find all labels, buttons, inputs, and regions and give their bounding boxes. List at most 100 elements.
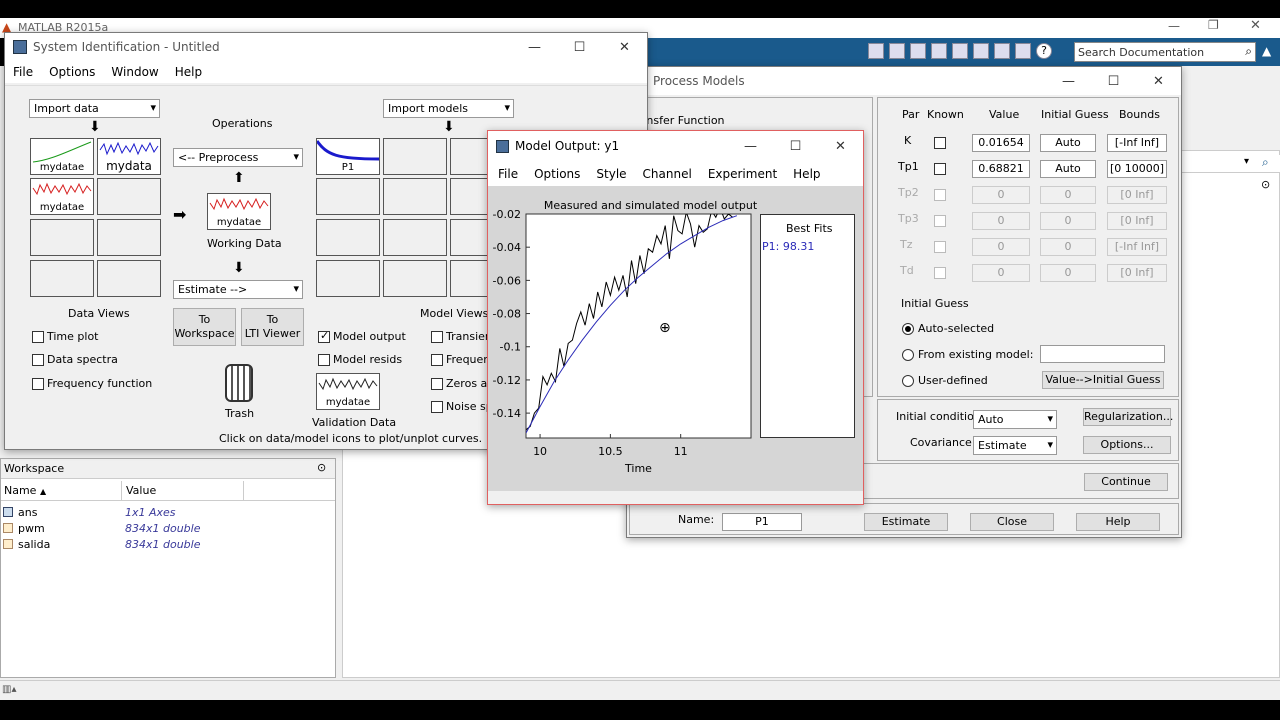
menu-help[interactable]: Help	[167, 65, 210, 79]
model-slot-empty[interactable]	[450, 178, 490, 215]
data-icon-mydatae-1[interactable]: mydatae	[30, 138, 94, 175]
param-tp1-guess[interactable]: Auto	[1040, 160, 1096, 178]
toolbar-collapse-icon[interactable]: ▲	[1262, 44, 1271, 58]
data-icon-mydatae-2[interactable]: mydatae	[30, 178, 94, 215]
search-icon[interactable]: ⌕	[1245, 44, 1252, 59]
model-slot-empty[interactable]	[450, 219, 490, 256]
transient-checkbox[interactable]	[431, 331, 443, 343]
working-data-icon[interactable]: mydatae	[207, 193, 271, 230]
to-workspace-button[interactable]: To Workspace	[173, 308, 236, 346]
model-slot-empty[interactable]	[450, 138, 490, 175]
param-k-bounds[interactable]: [-Inf Inf]	[1107, 134, 1167, 152]
workspace-menu-icon[interactable]: ⊙	[317, 461, 326, 474]
data-slot-empty[interactable]	[97, 178, 161, 215]
model-output-maximize-icon[interactable]: ☐	[773, 139, 818, 154]
model-slot-empty[interactable]	[316, 260, 380, 297]
sysid-maximize-icon[interactable]: ☐	[557, 40, 602, 55]
preprocess-dropdown[interactable]: <-- Preprocess	[173, 148, 303, 167]
zeros-checkbox[interactable]	[431, 378, 443, 390]
mo-menu-experiment[interactable]: Experiment	[700, 167, 785, 181]
menu-window[interactable]: Window	[103, 65, 166, 79]
redo-icon[interactable]	[994, 43, 1010, 59]
trash-icon[interactable]	[225, 364, 253, 402]
mo-menu-help[interactable]: Help	[785, 167, 828, 181]
param-tp1-bounds[interactable]: [0 10000]	[1107, 160, 1167, 178]
fit-entry-p1[interactable]: P1: 98.31	[762, 240, 814, 253]
panel-menu-icon[interactable]: ⊙	[1261, 178, 1270, 191]
table-row[interactable]: ans 1x1 Axes	[1, 505, 335, 521]
switch-windows-icon[interactable]	[1015, 43, 1031, 59]
undock-icon[interactable]	[868, 43, 884, 59]
import-data-dropdown[interactable]: Import data	[29, 99, 160, 118]
import-models-dropdown[interactable]: Import models	[383, 99, 514, 118]
param-k-known-checkbox[interactable]	[934, 137, 946, 149]
matlab-maximize-icon[interactable]: ❐	[1208, 18, 1219, 32]
table-row[interactable]: pwm 834x1 double	[1, 521, 335, 537]
model-name-field[interactable]: P1	[722, 513, 802, 531]
mo-menu-style[interactable]: Style	[588, 167, 634, 181]
existing-model-field[interactable]	[1040, 345, 1165, 363]
model-slot-empty[interactable]	[450, 260, 490, 297]
paste-icon[interactable]	[952, 43, 968, 59]
save-icon[interactable]	[889, 43, 905, 59]
frequency-function-checkbox[interactable]	[32, 378, 44, 390]
regularization-button[interactable]: Regularization...	[1083, 408, 1173, 426]
col-name-header[interactable]: Name ▲	[4, 484, 46, 497]
data-icon-mydata[interactable]: mydata	[97, 138, 161, 175]
cut-icon[interactable]	[910, 43, 926, 59]
folder-dropdown-icon[interactable]: ▾	[1244, 156, 1249, 167]
matlab-close-icon[interactable]: ✕	[1250, 18, 1261, 33]
model-icon-p1[interactable]: P1	[316, 138, 380, 175]
value-initial-guess-button[interactable]: Value-->Initial Guess	[1042, 371, 1164, 389]
model-output-minimize-icon[interactable]: —	[728, 139, 773, 154]
model-output-close-icon[interactable]: ✕	[818, 139, 863, 154]
model-slot-empty[interactable]	[316, 219, 380, 256]
sysid-close-icon[interactable]: ✕	[602, 40, 647, 55]
help-button[interactable]: Help	[1076, 513, 1160, 531]
validation-data-icon[interactable]: mydatae	[316, 373, 380, 410]
data-slot-empty[interactable]	[97, 219, 161, 256]
param-k-value[interactable]: 0.01654	[972, 134, 1030, 152]
copy-icon[interactable]	[931, 43, 947, 59]
folder-search-icon[interactable]: ⌕	[1262, 155, 1269, 170]
undo-icon[interactable]	[973, 43, 989, 59]
estimate-button[interactable]: Estimate	[864, 513, 948, 531]
data-slot-empty[interactable]	[30, 260, 94, 297]
menu-file[interactable]: File	[5, 65, 41, 79]
matlab-minimize-icon[interactable]: —	[1168, 19, 1180, 33]
help-icon[interactable]: ?	[1036, 43, 1052, 59]
param-tp1-value[interactable]: 0.68821	[972, 160, 1030, 178]
mo-menu-file[interactable]: File	[490, 167, 526, 181]
frequency-checkbox[interactable]	[431, 354, 443, 366]
model-slot-empty[interactable]	[383, 138, 447, 175]
close-button[interactable]: Close	[970, 513, 1054, 531]
options-button[interactable]: Options...	[1083, 436, 1171, 454]
model-slot-empty[interactable]	[383, 178, 447, 215]
data-slot-empty[interactable]	[97, 260, 161, 297]
table-row[interactable]: salida 834x1 double	[1, 537, 335, 553]
estimate-dropdown[interactable]: Estimate -->	[173, 280, 303, 299]
mo-menu-channel[interactable]: Channel	[635, 167, 700, 181]
process-close-icon[interactable]: ✕	[1136, 74, 1181, 89]
auto-selected-radio[interactable]	[902, 323, 914, 335]
model-resids-checkbox[interactable]	[318, 354, 330, 366]
process-maximize-icon[interactable]: ☐	[1091, 74, 1136, 89]
model-slot-empty[interactable]	[383, 260, 447, 297]
covariance-dropdown[interactable]: Estimate	[973, 436, 1057, 455]
user-defined-radio[interactable]	[902, 375, 914, 387]
search-input[interactable]: Search Documentation	[1078, 46, 1204, 59]
to-lti-viewer-button[interactable]: To LTI Viewer	[241, 308, 304, 346]
noise-spectrum-checkbox[interactable]	[431, 401, 443, 413]
menu-options[interactable]: Options	[41, 65, 103, 79]
search-documentation[interactable]: Search Documentation ⌕	[1074, 42, 1256, 62]
model-slot-empty[interactable]	[316, 178, 380, 215]
col-value-header[interactable]: Value	[126, 484, 156, 497]
data-slot-empty[interactable]	[30, 219, 94, 256]
process-minimize-icon[interactable]: —	[1046, 74, 1091, 89]
param-tp1-known-checkbox[interactable]	[934, 163, 946, 175]
data-spectra-checkbox[interactable]	[32, 354, 44, 366]
mo-menu-options[interactable]: Options	[526, 167, 588, 181]
model-output-checkbox[interactable]	[318, 329, 330, 343]
sysid-minimize-icon[interactable]: —	[512, 40, 557, 55]
time-plot-checkbox[interactable]	[32, 331, 44, 343]
